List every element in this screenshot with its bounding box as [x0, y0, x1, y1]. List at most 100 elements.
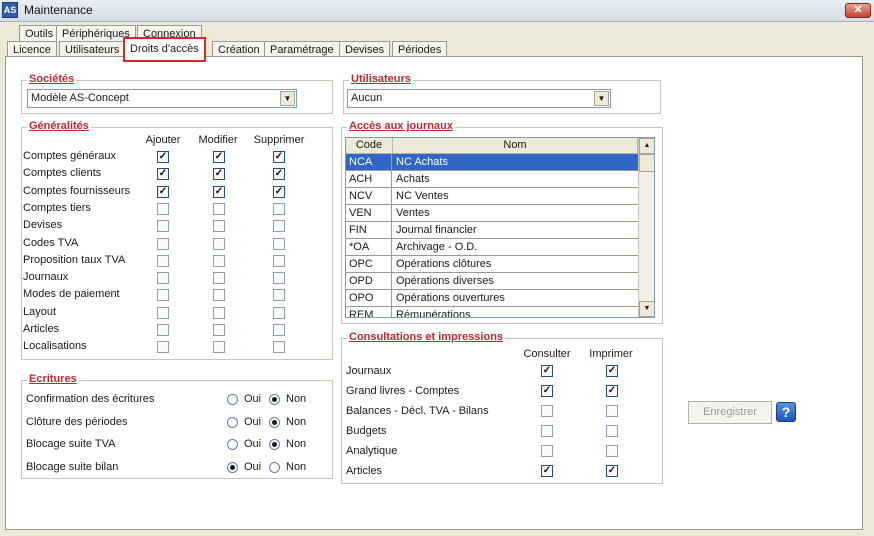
checkbox-ajouter[interactable]	[157, 202, 169, 215]
checkbox-supprimer[interactable]	[273, 289, 285, 302]
column-code[interactable]: Code	[346, 138, 393, 154]
checkbox-supprimer[interactable]	[273, 272, 285, 285]
checkbox-imprimer[interactable]	[606, 445, 618, 457]
generalites-row-label: Proposition taux TVA	[23, 253, 126, 266]
societe-select[interactable]: Modèle AS-Concept ▼	[27, 89, 297, 108]
help-icon[interactable]: ?	[776, 402, 796, 422]
radio-non-label: Non	[286, 415, 307, 428]
radio-non[interactable]	[269, 439, 280, 450]
consultations-row-label: Journaux	[346, 365, 392, 377]
checkbox-supprimer[interactable]	[273, 220, 285, 233]
checkbox-imprimer[interactable]: ✓	[606, 365, 618, 377]
journal-row[interactable]: FIN Journal financier	[346, 222, 638, 239]
checkbox-modifier[interactable]: ✓	[213, 151, 225, 163]
utilisateur-select[interactable]: Aucun ▼	[347, 89, 611, 108]
checkbox-ajouter[interactable]	[157, 289, 169, 302]
journal-nom: Ventes	[396, 207, 430, 219]
checkbox-consulter[interactable]: ✓	[541, 465, 553, 477]
checkbox-modifier[interactable]	[213, 202, 225, 215]
journal-row[interactable]: ACH Achats	[346, 171, 638, 188]
checkbox-supprimer[interactable]: ✓	[273, 168, 285, 181]
checkbox-ajouter[interactable]	[157, 324, 169, 336]
checkbox-supprimer[interactable]	[273, 341, 285, 354]
radio-oui[interactable]	[227, 416, 238, 428]
scroll-up-icon[interactable]: ▲	[639, 138, 654, 154]
journal-nom: Opérations clôtures	[396, 258, 492, 270]
journal-row[interactable]: NCA NC Achats	[346, 154, 638, 171]
checkbox-ajouter[interactable]	[157, 341, 169, 354]
checkbox-modifier[interactable]	[213, 289, 225, 302]
checkbox-ajouter[interactable]	[157, 237, 169, 250]
journaux-grid[interactable]: Code Nom NCA NC Achats ACH Achats NCV NC Vent…	[345, 137, 655, 318]
checkbox-supprimer[interactable]: ✓	[273, 185, 285, 198]
checkbox-consulter[interactable]: ✓	[541, 385, 553, 397]
chevron-down-icon[interactable]: ▼	[280, 91, 295, 106]
checkbox-modifier[interactable]	[213, 341, 225, 354]
checkbox-ajouter[interactable]: ✓	[157, 168, 169, 181]
journal-row[interactable]: REM Rémunérations	[346, 307, 638, 317]
checkbox-modifier[interactable]	[213, 272, 225, 285]
close-button[interactable]: ✕	[845, 3, 871, 18]
consultations-row-label: Articles	[346, 465, 383, 477]
radio-non[interactable]	[269, 461, 280, 473]
checkbox-imprimer[interactable]	[606, 425, 618, 437]
checkbox-modifier[interactable]: ✓	[213, 168, 225, 181]
journaux-title: Accès aux journaux	[347, 120, 455, 132]
journal-row[interactable]: *OA Archivage - O.D.	[346, 239, 638, 256]
checkbox-supprimer[interactable]	[273, 237, 285, 250]
ecritures-title: Ecritures	[27, 373, 79, 385]
journal-row[interactable]: OPC Opérations clôtures	[346, 256, 638, 273]
checkbox-modifier[interactable]	[213, 220, 225, 233]
save-button[interactable]: Enregistrer	[688, 401, 772, 424]
checkbox-ajouter[interactable]	[157, 220, 169, 233]
checkbox-supprimer[interactable]	[273, 324, 285, 336]
journal-code: NCV	[346, 188, 392, 205]
checkbox-ajouter[interactable]	[157, 272, 169, 285]
checkbox-consulter[interactable]	[541, 425, 553, 437]
journal-row[interactable]: OPD Opérations diverses	[346, 273, 638, 290]
journal-nom: Opérations diverses	[396, 275, 494, 287]
radio-oui[interactable]	[227, 461, 238, 473]
tab-outils[interactable]: Outils	[19, 25, 60, 42]
checkbox-consulter[interactable]: ✓	[541, 365, 553, 377]
title-bar: AS Maintenance ✕	[0, 0, 874, 22]
tab-droits-acces[interactable]: Droits d'accès	[123, 37, 206, 62]
checkbox-ajouter[interactable]: ✓	[157, 151, 169, 163]
checkbox-ajouter[interactable]: ✓	[157, 185, 169, 198]
checkbox-supprimer[interactable]	[273, 202, 285, 215]
grid-scrollbar[interactable]: ▲ ▼	[638, 138, 654, 317]
column-supprimer: Supprimer	[253, 134, 305, 146]
utilisateur-value: Aucun	[351, 92, 383, 104]
checkbox-imprimer[interactable]: ✓	[606, 465, 618, 477]
radio-oui[interactable]	[227, 394, 238, 405]
journal-row[interactable]: VEN Ventes	[346, 205, 638, 222]
radio-non[interactable]	[269, 416, 280, 428]
chevron-down-icon[interactable]: ▼	[594, 91, 609, 106]
checkbox-modifier[interactable]	[213, 237, 225, 250]
column-ajouter: Ajouter	[145, 134, 181, 146]
checkbox-ajouter[interactable]	[157, 306, 169, 319]
journal-code: VEN	[346, 205, 392, 222]
column-nom[interactable]: Nom	[393, 138, 638, 154]
checkbox-modifier[interactable]	[213, 254, 225, 267]
generalites-row-label: Journaux	[23, 271, 69, 284]
generalites-row-label: Codes TVA	[23, 236, 79, 249]
checkbox-modifier[interactable]: ✓	[213, 185, 225, 198]
journal-row[interactable]: NCV NC Ventes	[346, 188, 638, 205]
scroll-thumb[interactable]	[639, 154, 654, 172]
checkbox-supprimer[interactable]	[273, 306, 285, 319]
journal-row[interactable]: OPO Opérations ouvertures	[346, 290, 638, 307]
radio-oui[interactable]	[227, 439, 238, 450]
checkbox-consulter[interactable]	[541, 445, 553, 457]
checkbox-imprimer[interactable]: ✓	[606, 385, 618, 397]
checkbox-ajouter[interactable]	[157, 254, 169, 267]
checkbox-supprimer[interactable]: ✓	[273, 151, 285, 163]
checkbox-consulter[interactable]	[541, 405, 553, 417]
checkbox-supprimer[interactable]	[273, 254, 285, 267]
radio-non[interactable]	[269, 394, 280, 405]
radio-non-label: Non	[286, 393, 307, 405]
checkbox-imprimer[interactable]	[606, 405, 618, 417]
checkbox-modifier[interactable]	[213, 306, 225, 319]
checkbox-modifier[interactable]	[213, 324, 225, 336]
scroll-down-icon[interactable]: ▼	[639, 301, 654, 317]
